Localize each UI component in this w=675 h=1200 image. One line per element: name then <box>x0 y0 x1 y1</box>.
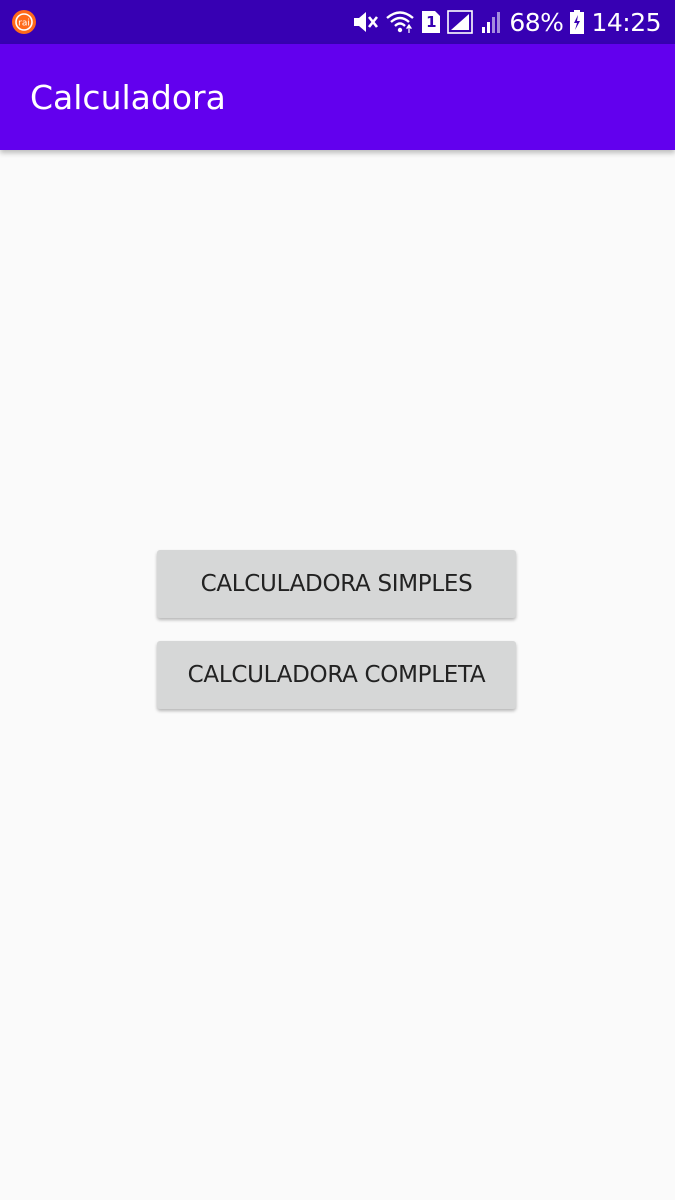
status-icons: 1 68% 14:25 <box>351 0 661 44</box>
page-title: Calculadora <box>30 78 226 117</box>
calculadora-completa-button[interactable]: CALCULADORA COMPLETA <box>157 641 516 709</box>
signal-weak-icon <box>481 9 503 35</box>
clock: 14:25 <box>591 7 661 37</box>
svg-text:rai: rai <box>18 19 30 29</box>
battery-percent: 68% <box>509 7 564 37</box>
app-notification-icon: rai <box>11 9 37 35</box>
wifi-icon <box>385 9 415 35</box>
sim-icon: 1 <box>421 10 441 34</box>
status-bar: rai 1 68% 14:25 <box>0 0 675 44</box>
signal-icon <box>447 9 475 35</box>
app-bar: Calculadora <box>0 44 675 150</box>
battery-charging-icon <box>569 9 585 35</box>
mute-icon <box>351 9 379 35</box>
sim-slot-number: 1 <box>426 13 437 31</box>
calculadora-simples-button[interactable]: CALCULADORA SIMPLES <box>157 550 516 618</box>
